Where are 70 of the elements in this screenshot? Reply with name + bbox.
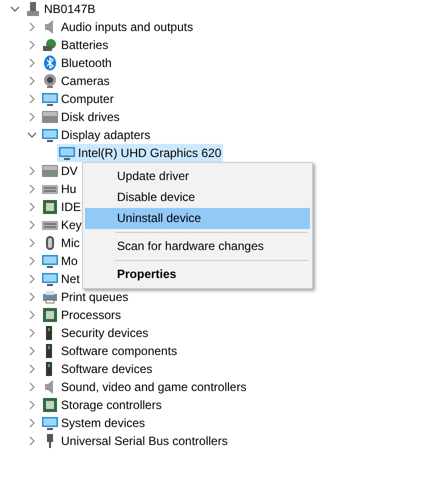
- computer-icon: [25, 1, 41, 17]
- menu-item[interactable]: Update driver: [85, 166, 310, 187]
- chevron-right-icon[interactable]: [26, 58, 36, 68]
- chevron-right-icon[interactable]: [26, 22, 36, 32]
- chevron-right-icon[interactable]: [26, 382, 36, 392]
- tree-item[interactable]: Cameras: [40, 72, 112, 90]
- chevron-down-icon[interactable]: [26, 130, 36, 140]
- tree-item[interactable]: Software devices: [40, 360, 154, 378]
- chevron-right-icon[interactable]: [26, 238, 36, 248]
- chevron-right-icon[interactable]: [26, 436, 36, 446]
- disk-drive-icon: [42, 109, 58, 125]
- tree-item[interactable]: Hu: [40, 180, 78, 198]
- menu-item[interactable]: Uninstall device: [85, 208, 310, 229]
- monitor-icon: [42, 127, 58, 143]
- tree-item[interactable]: Security devices: [40, 324, 150, 342]
- menu-item[interactable]: Properties: [85, 264, 310, 285]
- chevron-right-icon[interactable]: [26, 274, 36, 284]
- chevron-right-icon[interactable]: [26, 256, 36, 266]
- chevron-right-icon[interactable]: [26, 328, 36, 338]
- chevron-right-icon[interactable]: [26, 40, 36, 50]
- monitor-icon: [42, 253, 58, 269]
- tree-item[interactable]: Computer: [40, 90, 116, 108]
- tree-item[interactable]: Mo: [40, 252, 80, 270]
- tree-item[interactable]: Print queues: [40, 288, 130, 306]
- menu-item[interactable]: Disable device: [85, 187, 310, 208]
- menu-item[interactable]: Scan for hardware changes: [85, 236, 310, 257]
- chevron-right-icon[interactable]: [26, 202, 36, 212]
- chevron-right-icon[interactable]: [26, 400, 36, 410]
- chevron-right-icon[interactable]: [26, 346, 36, 356]
- bluetooth-icon: [42, 55, 58, 71]
- tree-item[interactable]: Processors: [40, 306, 124, 324]
- chip-icon: [42, 397, 58, 413]
- chevron-right-icon[interactable]: [26, 184, 36, 194]
- chevron-right-icon[interactable]: [26, 94, 36, 104]
- tree-item[interactable]: Software components: [40, 342, 180, 360]
- monitor-icon: [59, 145, 75, 161]
- tree-item[interactable]: System devices: [40, 414, 148, 432]
- tree-item[interactable]: Storage controllers: [40, 396, 164, 414]
- camera-icon: [42, 73, 58, 89]
- tree-item[interactable]: Universal Serial Bus controllers: [40, 432, 230, 450]
- tree-item[interactable]: Intel(R) UHD Graphics 620: [57, 144, 224, 162]
- chevron-right-icon[interactable]: [26, 418, 36, 428]
- tree-item[interactable]: Disk drives: [40, 108, 122, 126]
- tree-item[interactable]: Audio inputs and outputs: [40, 18, 196, 36]
- tree-item[interactable]: Bluetooth: [40, 54, 114, 72]
- tree-item[interactable]: Display adapters: [40, 126, 152, 144]
- printer-icon: [42, 289, 58, 305]
- monitor-icon: [42, 271, 58, 287]
- chevron-right-icon[interactable]: [26, 220, 36, 230]
- disk-drive-icon: [42, 163, 58, 179]
- chip-icon: [42, 307, 58, 323]
- tree-item[interactable]: DV: [40, 162, 80, 180]
- tree-item[interactable]: Sound, video and game controllers: [40, 378, 248, 396]
- chevron-right-icon[interactable]: [26, 310, 36, 320]
- chevron-right-icon[interactable]: [26, 292, 36, 302]
- tree-item[interactable]: NB0147B: [23, 0, 98, 18]
- tree-item[interactable]: IDE: [40, 198, 84, 216]
- chevron-right-icon[interactable]: [26, 112, 36, 122]
- tree-item[interactable]: Net: [40, 270, 82, 288]
- chip-icon: [42, 199, 58, 215]
- chevron-down-icon[interactable]: [10, 4, 20, 14]
- battery-icon: [42, 37, 58, 53]
- tree-item[interactable]: Mic: [40, 234, 82, 252]
- chevron-right-icon[interactable]: [26, 166, 36, 176]
- chevron-right-icon[interactable]: [26, 364, 36, 374]
- tree-item[interactable]: Batteries: [40, 36, 110, 54]
- chevron-right-icon[interactable]: [26, 76, 36, 86]
- monitor-icon: [42, 415, 58, 431]
- tree-item[interactable]: Key: [40, 216, 84, 234]
- monitor-icon: [42, 91, 58, 107]
